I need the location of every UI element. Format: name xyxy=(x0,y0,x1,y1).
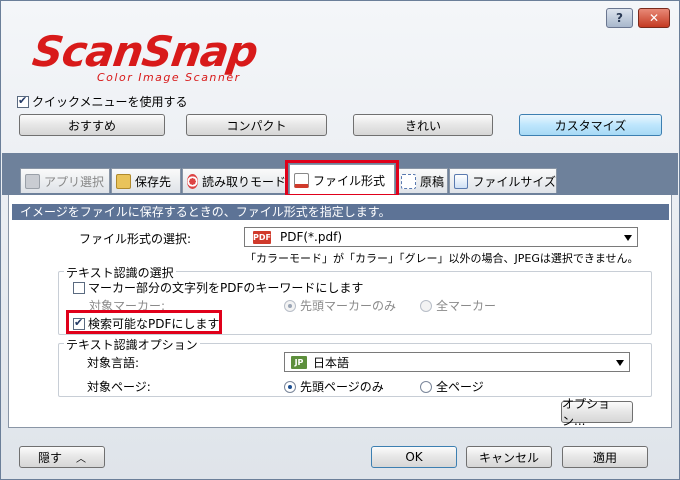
text-options-title: テキスト認識オプション xyxy=(64,336,200,353)
radio-label: 先頭マーカーのみ xyxy=(300,299,397,313)
searchable-pdf-highlight-box xyxy=(66,310,222,334)
marker-keyword-checkbox[interactable]: マーカー部分の文字列をPDFのキーワードにします xyxy=(73,279,363,296)
folder-icon xyxy=(116,173,131,189)
chevron-up-icon: ︿ xyxy=(76,453,86,465)
tab-app-select[interactable]: アプリ選択 xyxy=(20,168,110,193)
scansnap-logo: ScanSnap Color Image Scanner xyxy=(29,27,321,85)
options-button[interactable]: オプション... xyxy=(561,397,633,428)
radio-selected-icon[interactable] xyxy=(284,299,296,312)
tab-label: 原稿 xyxy=(420,174,445,189)
format-select-value: PDF(*.pdf) xyxy=(280,230,343,244)
tab-paper[interactable]: 原稿 xyxy=(396,168,448,193)
tab-save-destination[interactable]: 保存先 xyxy=(111,168,181,193)
scan-mode-icon xyxy=(187,173,198,189)
radio-label: 先頭ページのみ xyxy=(300,380,384,394)
chevron-down-icon xyxy=(616,360,624,366)
mode-button-compact[interactable]: コンパクト xyxy=(186,114,327,136)
ok-button[interactable]: OK xyxy=(371,446,457,468)
tab-label: 読み取りモード xyxy=(201,174,286,189)
logo-tagline: Color Image Scanner xyxy=(97,71,241,84)
page-first-only-radio[interactable]: 先頭ページのみ xyxy=(284,378,384,395)
paper-icon xyxy=(401,173,416,189)
radio-icon[interactable] xyxy=(420,299,432,312)
mode-button-recommended[interactable]: おすすめ xyxy=(19,114,165,136)
language-label: 対象言語: xyxy=(87,356,140,370)
marker-keyword-label: マーカー部分の文字列をPDFのキーワードにします xyxy=(88,281,364,295)
marker-first-only-radio[interactable]: 先頭マーカーのみ xyxy=(284,297,396,314)
tab-scan-mode[interactable]: 読み取りモード xyxy=(182,168,287,193)
page-label: 対象ページ: xyxy=(87,380,151,394)
pdf-icon: PDF xyxy=(253,230,271,244)
mode-button-fine[interactable]: きれい xyxy=(353,114,493,136)
tab-highlight-box xyxy=(285,160,399,197)
language-select-value: 日本語 xyxy=(313,355,350,370)
cancel-button[interactable]: キャンセル xyxy=(466,446,552,468)
tab-label: ファイルサイズ xyxy=(472,174,556,189)
logo-brand: ScanSnap xyxy=(29,27,261,76)
jp-flag-icon: JP xyxy=(291,355,307,369)
radio-label: 全ページ xyxy=(436,380,484,394)
hide-button[interactable]: 隠す ︿ xyxy=(19,446,105,468)
checkbox-checked-icon[interactable] xyxy=(17,94,29,108)
format-label: ファイル形式の選択: xyxy=(79,232,192,246)
file-size-icon xyxy=(454,173,469,189)
app-select-icon xyxy=(25,173,40,189)
chevron-down-icon xyxy=(624,235,632,241)
quick-menu-label: クイックメニューを使用する xyxy=(32,95,188,109)
radio-icon[interactable] xyxy=(420,380,432,393)
tab-file-size[interactable]: ファイルサイズ xyxy=(449,168,557,193)
format-note: 「カラーモード」が「カラー」「グレー」以外の場合、JPEGは選択できません。 xyxy=(245,252,639,265)
format-select[interactable]: PDF PDF(*.pdf) xyxy=(244,227,638,247)
apply-button[interactable]: 適用 xyxy=(562,446,648,468)
page-all-radio[interactable]: 全ページ xyxy=(420,378,484,395)
mode-button-customize[interactable]: カスタマイズ xyxy=(519,114,662,136)
radio-label: 全マーカー xyxy=(436,299,497,313)
radio-selected-icon[interactable] xyxy=(284,380,296,393)
language-select[interactable]: JP 日本語 xyxy=(284,352,630,372)
scansnap-settings-window: ? ✕ ScanSnap Color Image Scanner クイックメニュ… xyxy=(0,0,680,480)
checkbox-icon[interactable] xyxy=(73,281,85,294)
hide-button-label: 隠す xyxy=(37,450,62,465)
tab-label: 保存先 xyxy=(135,174,172,189)
marker-all-radio[interactable]: 全マーカー xyxy=(420,297,496,314)
close-icon: ✕ xyxy=(648,11,660,25)
tab-label: アプリ選択 xyxy=(44,174,105,189)
help-button[interactable]: ? xyxy=(606,8,633,28)
close-button[interactable]: ✕ xyxy=(638,8,670,28)
panel-description: イメージをファイルに保存するときの、ファイル形式を指定します。 xyxy=(12,204,669,220)
quick-menu-checkbox[interactable]: クイックメニューを使用する xyxy=(17,93,188,110)
